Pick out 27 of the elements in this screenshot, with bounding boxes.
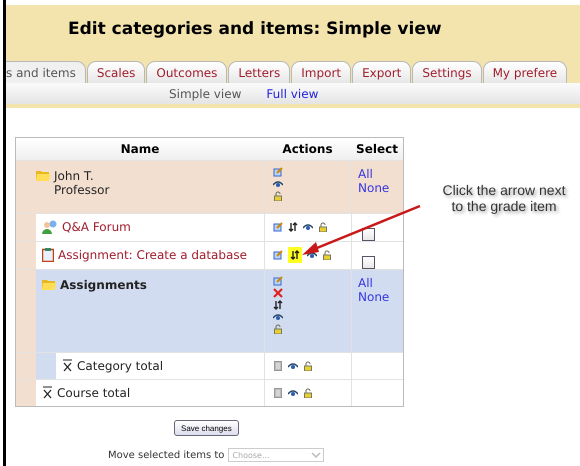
tab[interactable]: Letters (228, 61, 290, 83)
total-name: Course total (57, 386, 130, 400)
category-name: Assignments (60, 278, 147, 292)
select-all-link[interactable]: All (358, 167, 397, 181)
item-link[interactable]: Assignment: Create a database (58, 248, 247, 262)
tab[interactable]: Export (352, 61, 412, 83)
view-link[interactable]: Full view (266, 86, 318, 100)
column-header: Select (355, 141, 399, 158)
page-title: Edit categories and items: Simple view (67, 18, 443, 41)
category-name: John T. Professor (54, 169, 110, 197)
total-name: Category total (77, 359, 164, 373)
tab[interactable]: My prefere (482, 61, 568, 83)
tab[interactable]: Settings (412, 61, 482, 83)
callout-text: Click the arrow next to the grade item (442, 182, 566, 214)
item-link[interactable]: Q&A Forum (62, 220, 131, 234)
view-link[interactable]: Simple view (169, 86, 242, 100)
select-none-link[interactable]: None (358, 290, 397, 304)
tab[interactable]: Scales (86, 61, 146, 83)
select-none-link[interactable]: None (358, 181, 397, 195)
tab[interactable]: Import (291, 61, 352, 83)
tab[interactable]: Outcomes (146, 61, 228, 83)
column-header: Name (120, 141, 160, 158)
column-header: Actions (281, 141, 334, 158)
select-all-link[interactable]: All (358, 276, 397, 290)
save-changes-button[interactable]: Save changes (174, 420, 239, 436)
tab[interactable]: s and items (6, 61, 86, 83)
move-label: Move selected items to (108, 450, 224, 460)
